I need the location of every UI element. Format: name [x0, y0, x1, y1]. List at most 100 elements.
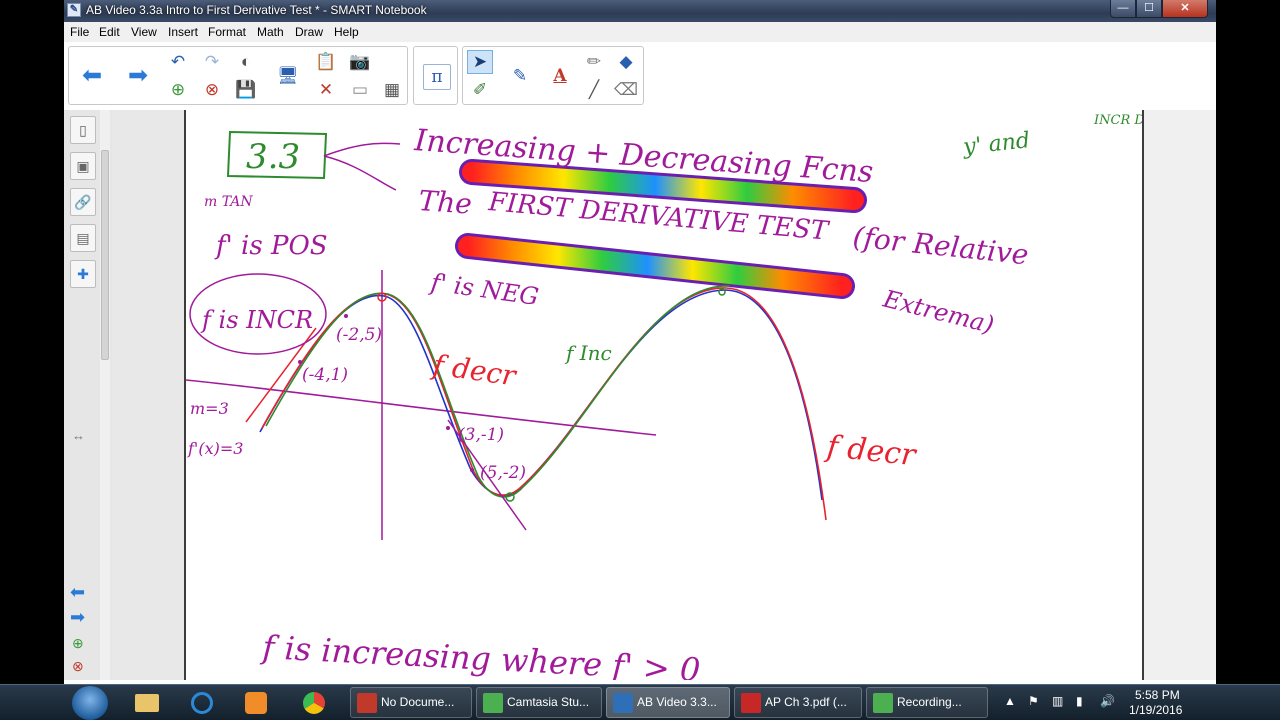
task-icon-pdf — [741, 693, 761, 713]
system-tray: ▲ ⚑ ▥ ▮ 🔊 5:58 PM 1/19/2016 — [1000, 685, 1280, 720]
redo-icon[interactable]: ↷ — [199, 50, 225, 74]
page-sorter-icon[interactable]: ▯ — [70, 116, 96, 144]
handwriting-layer: 3.3 Increasing + Decreasing Fcns The FIR… — [186, 113, 1142, 680]
task-no-document[interactable]: No Docume... — [350, 687, 472, 718]
add-page-icon[interactable]: ⊕ — [165, 78, 191, 102]
handwriting-the: The — [418, 184, 473, 221]
toolbar-group-draw: ➤ ✐ ✎ A ✏ ╱ ◆ ⌫ — [462, 46, 644, 105]
task-icon-notebook — [613, 693, 633, 713]
handwriting-bottom-line: f is increasing where f' > 0 — [260, 628, 702, 680]
media-icon[interactable] — [240, 688, 272, 718]
sidebar-add-icon[interactable]: ⊕ — [72, 635, 84, 652]
gallery-icon[interactable]: ▣ — [70, 152, 96, 180]
table-icon[interactable]: ▦ — [379, 78, 405, 102]
line-icon[interactable]: ╱ — [581, 78, 607, 102]
window-title: AB Video 3.3a Intro to First Derivative … — [86, 3, 427, 17]
task-icon-camtasia — [483, 693, 503, 713]
chrome-icon[interactable] — [298, 688, 330, 718]
ie-icon[interactable] — [186, 688, 218, 718]
forward-arrow-icon[interactable]: ➡ — [125, 62, 151, 89]
move-right-icon[interactable]: ➡ — [70, 607, 85, 628]
handwriting-fprime-pos: f' is POS — [214, 231, 328, 261]
display-icon[interactable]: 🖥 — [275, 64, 301, 88]
side-scroll-thumb[interactable] — [101, 150, 109, 360]
task-camtasia-studio[interactable]: Camtasia Stu... — [476, 687, 602, 718]
move-left-icon[interactable]: ⬅ — [70, 582, 85, 603]
lesson-number: 3.3 — [246, 137, 300, 177]
smart-notebook-window: ✎ AB Video 3.3a Intro to First Derivativ… — [64, 0, 1216, 684]
undo-icon[interactable]: ↶ — [165, 50, 191, 74]
eraser-icon[interactable]: ⌫ — [613, 78, 639, 102]
menu-edit[interactable]: Edit — [99, 25, 120, 39]
menu-bar: File Edit View Insert Format Math Draw H… — [64, 22, 1216, 43]
camera-icon[interactable]: 📷 — [347, 50, 373, 74]
task-icon-recording — [873, 693, 893, 713]
text-icon[interactable]: A — [547, 64, 573, 88]
properties-icon[interactable]: ▭ — [347, 78, 373, 102]
point-label-4: (5,-2) — [480, 463, 526, 483]
canvas-margin-right — [1144, 110, 1216, 680]
handwriting-fprime-value: f'(x)=3 — [187, 439, 243, 458]
point-label-2: (-4,1) — [302, 365, 348, 385]
maximize-button[interactable]: ☐ — [1136, 0, 1162, 18]
clock-date[interactable]: 1/19/2016 — [1129, 703, 1182, 717]
menu-format[interactable]: Format — [208, 25, 246, 39]
tray-flag-icon[interactable]: ⚑ — [1028, 694, 1039, 708]
close-button[interactable]: ✕ — [1162, 0, 1208, 18]
title-bar: ✎ AB Video 3.3a Intro to First Derivativ… — [64, 0, 1216, 22]
properties-tab-icon[interactable]: ▤ — [70, 224, 96, 252]
resize-handle-icon[interactable]: ↔ — [72, 428, 85, 443]
handwriting-f-is-incr: f is INCR — [200, 306, 313, 334]
toolbar: ⬅ ➡ ↶ ↷ ◐ ⊕ ⊗ 💾 🖥 📋 📷 ✕ ▭ ▦ π ➤ ✐ ✎ A ✏ … — [64, 42, 1216, 111]
folder-icon[interactable] — [131, 688, 163, 718]
handwriting-f-decr-2: f decr — [823, 429, 919, 473]
sidebar-delete-icon[interactable]: ⊗ — [72, 658, 84, 675]
select-icon[interactable]: ➤ — [467, 50, 493, 74]
task-ap-ch3-pdf[interactable]: AP Ch 3.pdf (... — [734, 687, 862, 718]
attachments-icon[interactable]: 🔗 — [70, 188, 96, 216]
math-icon[interactable]: π — [423, 64, 451, 90]
menu-math[interactable]: Math — [257, 25, 284, 39]
screen-shade-icon[interactable]: ◐ — [233, 50, 259, 74]
minimize-button[interactable]: — — [1110, 0, 1136, 18]
menu-help[interactable]: Help — [334, 25, 359, 39]
handwriting-extrema: Extrema) — [880, 284, 997, 339]
tray-volume-icon[interactable]: 🔊 — [1100, 694, 1115, 708]
whiteboard-canvas[interactable]: 3.3 Increasing + Decreasing Fcns The FIR… — [184, 110, 1144, 680]
task-recording[interactable]: Recording... — [866, 687, 988, 718]
side-panel: ▯ ▣ 🔗 ▤ ✚ ↔ ⬅ ➡ ⊕ ⊗ — [64, 110, 113, 680]
paste-icon[interactable]: 📋 — [313, 50, 339, 74]
task-ab-video[interactable]: AB Video 3.3... — [606, 687, 730, 718]
tray-power-icon[interactable]: ▮ — [1076, 694, 1083, 708]
handwriting-yprime-and: y' and — [961, 128, 1031, 160]
canvas-margin-left — [112, 110, 184, 680]
fill-icon[interactable]: ✏ — [581, 50, 607, 74]
delete-page-icon[interactable]: ⊗ — [199, 78, 225, 102]
task-icon-camtasia-recorder — [357, 693, 377, 713]
windows-taskbar: No Docume... Camtasia Stu... AB Video 3.… — [0, 684, 1280, 720]
notebook-app-icon: ✎ — [67, 3, 81, 17]
addons-icon[interactable]: ✚ — [70, 260, 96, 288]
toolbar-group-math: π — [413, 46, 458, 105]
handwriting-for-relative: (for Relative — [851, 220, 1030, 271]
tray-expand-icon[interactable]: ▲ — [1004, 694, 1016, 708]
shapes-icon[interactable]: ◆ — [613, 50, 639, 74]
handwriting-m-tan: m TAN — [204, 194, 253, 210]
menu-insert[interactable]: Insert — [168, 25, 198, 39]
toolbar-group-main: ⬅ ➡ ↶ ↷ ◐ ⊕ ⊗ 💾 🖥 📋 📷 ✕ ▭ ▦ — [68, 46, 408, 105]
menu-draw[interactable]: Draw — [295, 25, 323, 39]
clear-icon[interactable]: ✕ — [313, 78, 339, 102]
tray-network-icon[interactable]: ▥ — [1052, 694, 1063, 708]
menu-view[interactable]: View — [131, 25, 157, 39]
pen-icon[interactable]: ✎ — [507, 64, 533, 88]
creative-pen-icon[interactable]: ✐ — [467, 78, 493, 102]
back-arrow-icon[interactable]: ⬅ — [79, 62, 105, 89]
save-icon[interactable]: 💾 — [233, 78, 259, 102]
handwriting-fprime-neg: f' is NEG — [427, 268, 540, 311]
point-label-3: (3,-1) — [458, 425, 504, 445]
clock-time[interactable]: 5:58 PM — [1135, 688, 1180, 702]
handwriting-slope: m=3 — [190, 399, 229, 418]
handwriting-incr-decr: INCR DECR — [1093, 113, 1142, 128]
start-icon[interactable] — [72, 686, 108, 720]
menu-file[interactable]: File — [70, 25, 89, 39]
